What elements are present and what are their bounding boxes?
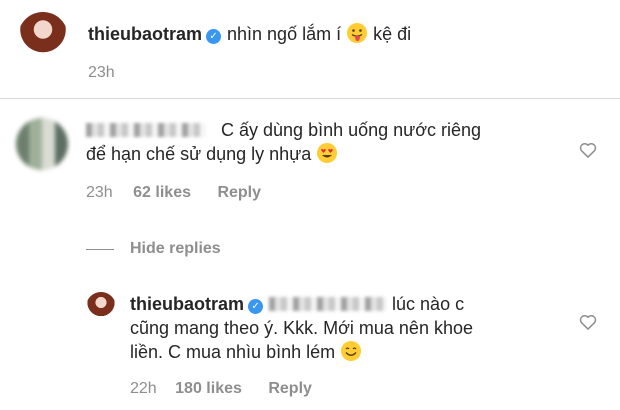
reply-time: 23h [86, 184, 113, 201]
hide-replies-line [86, 249, 114, 250]
comment-text: thieubaotram ✓ nhìn ngố lắm í kệ đi [88, 22, 608, 46]
heart-outline-icon[interactable] [578, 140, 598, 160]
avatar-blurred[interactable] [16, 118, 68, 170]
avatar[interactable] [18, 12, 68, 62]
smiling-emoji-icon [341, 341, 362, 361]
username[interactable]: thieubaotram [88, 24, 202, 44]
heart-eyes-emoji-icon [317, 143, 338, 163]
nested-reply-time: 22h [130, 380, 157, 397]
reply-meta: 23h 62 likes Reply [86, 184, 261, 202]
reply-body-line1: C ấy dùng bình uống nước riêng [221, 120, 482, 140]
nested-reply-meta: 22h 180 likes Reply [130, 380, 312, 398]
reply-button[interactable]: Reply [217, 184, 261, 201]
heart-outline-icon[interactable] [578, 312, 598, 332]
hide-replies-button[interactable]: Hide replies [130, 240, 221, 258]
blurred-username[interactable] [86, 123, 206, 137]
blurred-mention[interactable] [269, 297, 388, 311]
nested-body-line2: cũng mang theo ý. Kkk. Mới mua nên khoe [130, 318, 473, 338]
reply-likes[interactable]: 62 likes [133, 184, 191, 201]
nested-reply-text: thieubaotram ✓ lúc nào c cũng mang theo ý… [130, 292, 580, 364]
username[interactable]: thieubaotram [130, 294, 244, 314]
nested-reply-button[interactable]: Reply [268, 380, 312, 397]
divider [0, 98, 620, 99]
nested-body-line3: liền. C mua nhìu bình lém [130, 342, 336, 362]
comment-body-tail: kệ đi [373, 24, 412, 44]
nested-body-line1: lúc nào c [392, 294, 465, 314]
tongue-out-emoji-icon [347, 23, 368, 43]
verified-badge-icon: ✓ [248, 299, 264, 314]
nested-reply-likes[interactable]: 180 likes [175, 380, 242, 397]
comment-body: nhìn ngố lắm í [227, 24, 342, 44]
reply-comment-text: C ấy dùng bình uống nước riêng để hạn ch… [86, 118, 586, 166]
avatar[interactable] [86, 292, 116, 322]
verified-badge-icon: ✓ [206, 29, 222, 44]
reply-body-line2: để hạn chế sử dụng ly nhựa [86, 144, 312, 164]
comment-time: 23h [88, 64, 115, 81]
